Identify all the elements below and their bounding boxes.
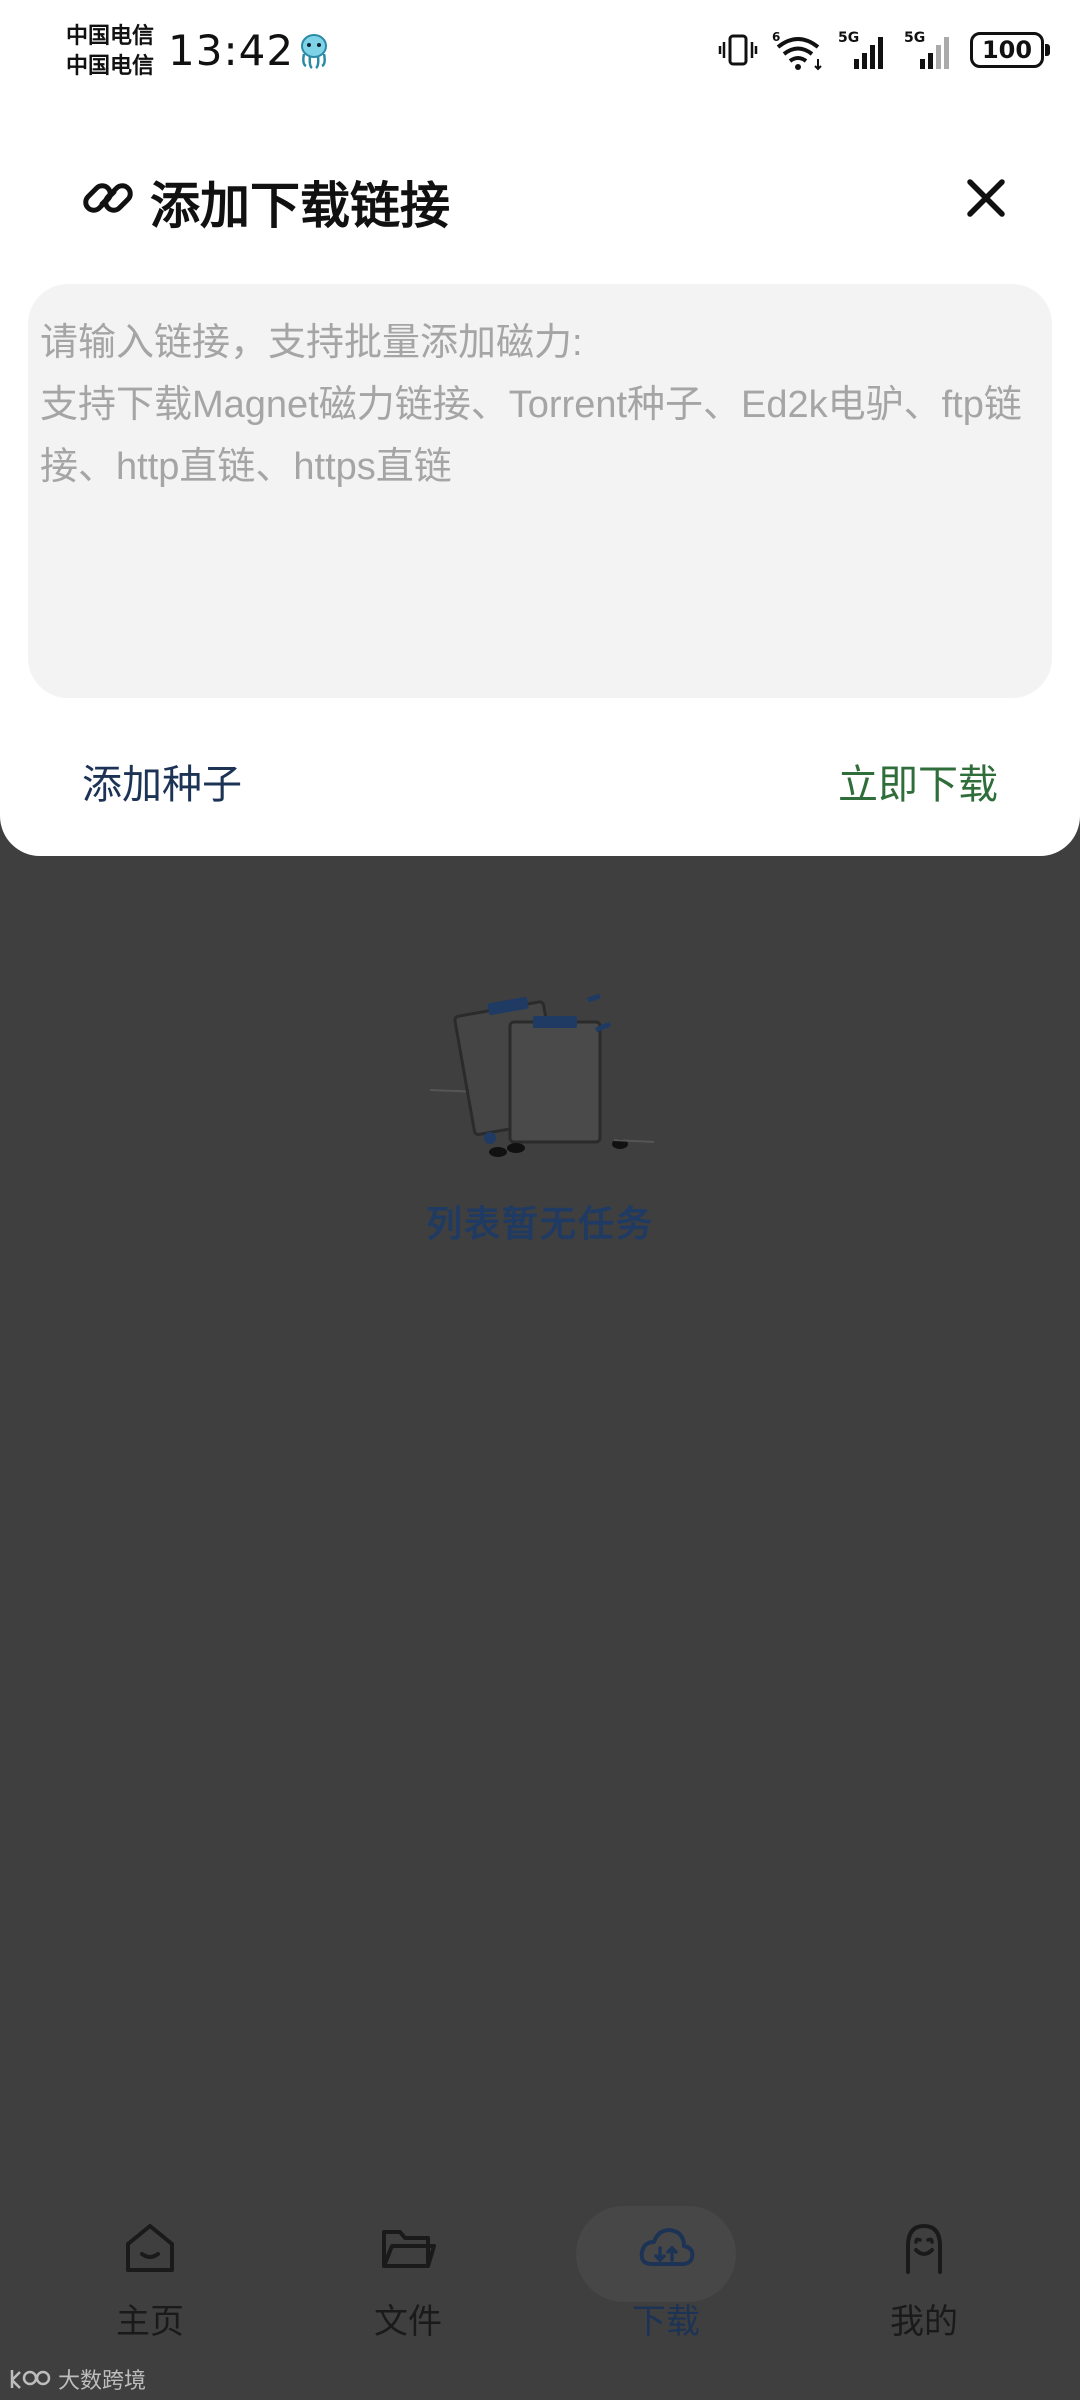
dialog-header: 添加下载链接 <box>0 150 1080 250</box>
carrier-2: 中国电信 <box>66 54 155 79</box>
status-time: 13:42 <box>168 26 295 75</box>
status-icons: 6 5G 5G 100 <box>718 28 1050 72</box>
empty-list-text: 列表暂无任务 <box>425 1204 654 1245</box>
carrier-labels: 中国电信 中国电信 <box>66 22 154 82</box>
nav-home-label: 主页 <box>116 2302 184 2342</box>
carrier-1: 中国电信 <box>66 24 155 49</box>
nav-profile-label: 我的 <box>890 2302 958 2342</box>
nav-home[interactable]: 主页 <box>50 2190 250 2350</box>
add-seed-button[interactable]: 添加种子 <box>82 752 242 810</box>
download-now-button[interactable]: 立即下载 <box>838 752 998 810</box>
wifi-label: 6 <box>772 30 780 44</box>
nav-files-label: 文件 <box>374 2302 442 2342</box>
status-bar: 中国电信 中国电信 13:42 6 5G 5G 100 <box>0 0 1080 104</box>
folder-icon <box>382 2230 436 2268</box>
octopus-app-icon <box>301 34 327 70</box>
nav-files[interactable]: 文件 <box>308 2190 508 2350</box>
signal-2-label: 5G <box>904 30 925 46</box>
link-icon <box>83 183 133 213</box>
nav-profile[interactable]: 我的 <box>824 2190 1024 2350</box>
download-link-input[interactable] <box>28 284 1052 698</box>
close-icon[interactable] <box>956 168 1016 228</box>
dialog-title: 添加下载链接 <box>150 177 450 235</box>
home-icon <box>126 2224 174 2272</box>
signal-1-label: 5G <box>838 30 859 46</box>
nav-download-label: 下载 <box>632 2302 700 2342</box>
signal-1-icon: 5G <box>838 30 883 69</box>
signal-2-icon: 5G <box>904 30 949 69</box>
watermark-logo-icon <box>10 2370 51 2389</box>
empty-state: 列表暂无任务 <box>0 980 1080 1280</box>
vibrate-icon <box>718 34 758 66</box>
watermark: 大数跨境 <box>8 2364 146 2394</box>
empty-clipboard-illustration <box>429 993 655 1157</box>
profile-icon <box>906 2223 942 2274</box>
add-download-link-dialog: 中国电信 中国电信 13:42 6 5G 5G 100 添加下载链接 请输入链接… <box>0 0 1080 856</box>
nav-download[interactable]: 下载 <box>566 2190 766 2350</box>
watermark-text: 大数跨境 <box>58 2369 147 2394</box>
cloud-download-icon <box>639 2228 695 2266</box>
wifi-icon: 6 <box>772 30 822 71</box>
battery-indicator: 100 <box>970 32 1050 68</box>
bottom-navigation: 主页 文件 下载 我的 <box>0 2190 1080 2370</box>
